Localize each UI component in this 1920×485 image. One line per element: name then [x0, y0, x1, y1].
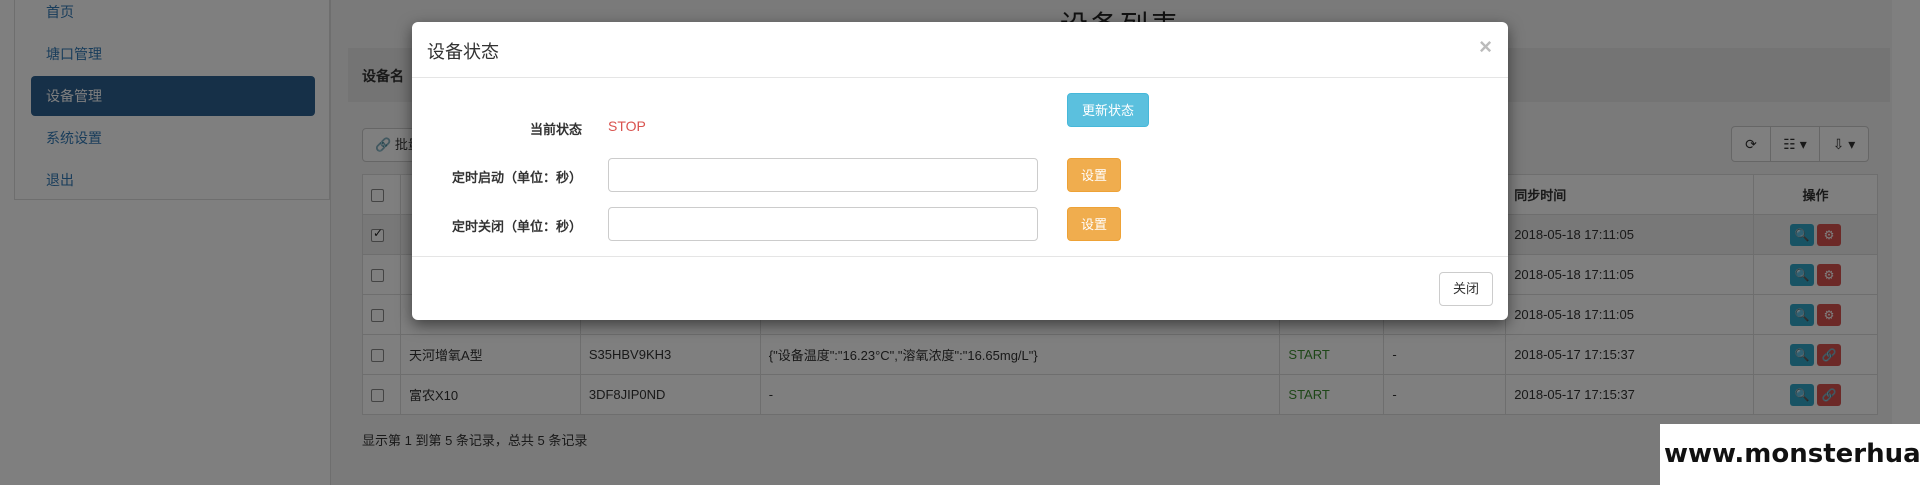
watermark: www.monsterhua.com	[1660, 424, 1920, 485]
close-icon[interactable]: ×	[1479, 34, 1492, 60]
current-status-value: STOP	[608, 118, 646, 134]
close-button[interactable]: 关闭	[1439, 272, 1493, 306]
timed-start-set-button[interactable]: 设置	[1067, 158, 1121, 192]
modal-footer: 关闭	[412, 256, 1508, 320]
modal-header: 设备状态 ×	[412, 22, 1508, 78]
current-status-label: 当前状态	[529, 122, 582, 137]
timed-stop-label: 定时关闭（单位：秒）	[451, 219, 582, 234]
timed-stop-input[interactable]	[608, 207, 1038, 241]
update-status-button[interactable]: 更新状态	[1067, 93, 1149, 127]
timed-stop-set-button[interactable]: 设置	[1067, 207, 1121, 241]
modal-title: 设备状态	[427, 42, 499, 62]
timed-start-input[interactable]	[608, 158, 1038, 192]
timed-start-label: 定时启动（单位：秒）	[451, 170, 582, 185]
modal-body: 当前状态 STOP 更新状态 定时启动（单位：秒） 设置 定时关闭（单位：秒） …	[412, 78, 1508, 256]
device-status-modal: 设备状态 × 当前状态 STOP 更新状态 定时启动（单位：秒） 设置 定时关闭…	[412, 22, 1508, 320]
